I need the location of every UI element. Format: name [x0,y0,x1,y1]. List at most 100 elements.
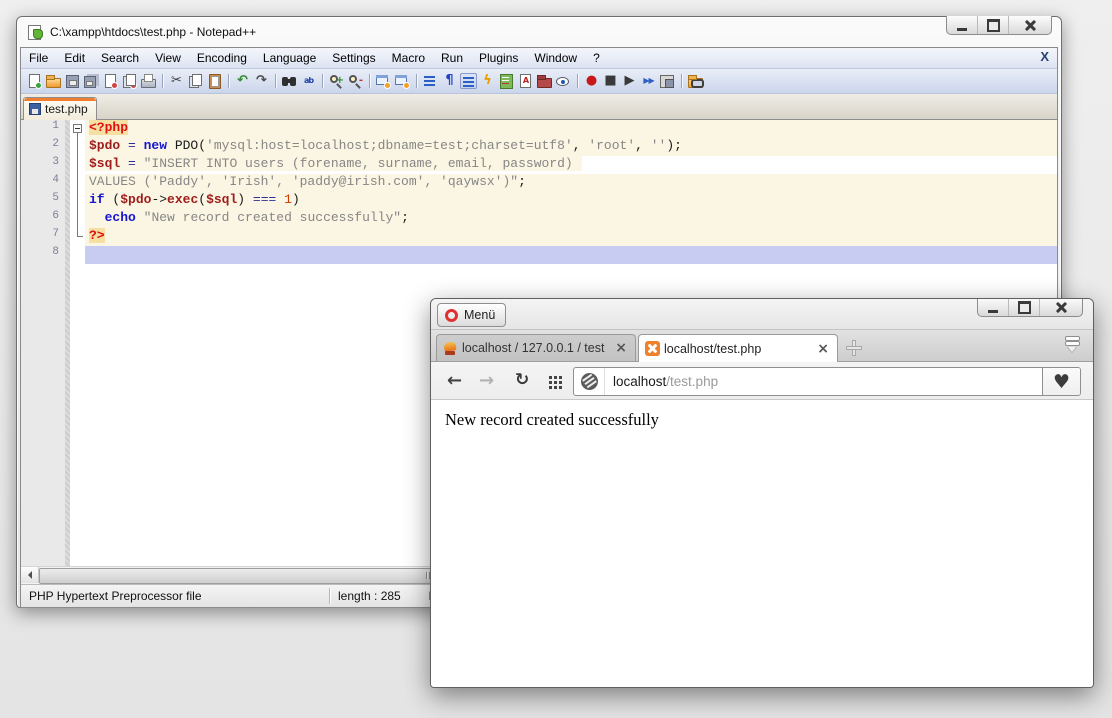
menu-help[interactable]: ? [585,48,608,68]
tab-menu-icon[interactable] [1063,336,1081,354]
browser-tab-localhost-test-php[interactable]: localhost/test.php× [638,334,838,362]
reload-button[interactable]: ↻ [515,372,529,389]
minimize-button[interactable] [978,298,1008,316]
zoom-in-icon[interactable]: + [328,73,345,89]
find-icon[interactable] [281,73,298,89]
line-number: 1 [21,120,65,138]
opera-tabbar: localhost / 127.0.0.1 / test×localhost/t… [431,329,1093,362]
close-button[interactable] [1008,16,1051,34]
folder-as-workspace-icon[interactable] [536,73,553,89]
toolbar-separator [366,73,373,89]
menu-file[interactable]: File [21,48,56,68]
show-all-characters-icon[interactable]: ¶ [441,73,458,89]
menu-view[interactable]: View [147,48,189,68]
menu-edit[interactable]: Edit [56,48,93,68]
browser-tab-localhost-127-0-0-1-test[interactable]: localhost / 127.0.0.1 / test× [436,334,636,361]
phpmyadmin-favicon-icon [443,341,458,355]
maximize-button[interactable] [1008,298,1039,316]
toolbar-separator [319,73,326,89]
status-length: length : 285 [338,589,401,603]
function-list-icon[interactable]: A [517,73,534,89]
macro-stop-icon[interactable]: ■ [602,73,619,89]
code-line: $sql = "INSERT INTO users (forename, sur… [85,156,1057,174]
menu-language[interactable]: Language [255,48,324,68]
scroll-left-button[interactable] [21,567,39,583]
url-text[interactable]: localhost/test.php [605,374,1042,389]
bookmark-heart-button[interactable]: ♥ [1042,368,1080,395]
sync-vertical-scroll-icon[interactable] [375,73,392,89]
opera-navigation-bar: ← → ↻ localhost/test.php ♥ [431,362,1093,400]
maximize-button[interactable] [977,16,1008,34]
macro-run-multiple-icon[interactable]: ▶▶ [640,73,657,89]
save-all-icon[interactable] [83,73,100,89]
undo-icon[interactable]: ↶ [234,73,251,89]
tab-close-icon[interactable]: × [613,340,629,356]
address-bar[interactable]: localhost/test.php ♥ [573,367,1081,396]
redo-icon[interactable]: ↷ [253,73,270,89]
minimize-icon [957,28,967,31]
notepad-titlebar[interactable]: C:\xampp\htdocs\test.php - Notepad++ [17,17,1061,47]
opera-titlebar[interactable]: Menü [431,299,1093,329]
notepad-window-title: C:\xampp\htdocs\test.php - Notepad++ [50,25,256,39]
fold-guide-end [77,236,83,237]
document-peeker-icon[interactable] [555,73,572,89]
notepad-toolbar: ✂↶↷ab+-¶ϟA●■▶▶▶ [21,69,1057,94]
menubar-close-document-button[interactable]: X [1040,49,1049,64]
new-tab-button[interactable] [846,340,862,356]
fold-collapse-icon[interactable] [73,124,82,133]
close-all-icon[interactable] [121,73,138,89]
zoom-out-icon[interactable]: - [347,73,364,89]
sync-horizontal-scroll-icon[interactable] [394,73,411,89]
menu-run[interactable]: Run [433,48,471,68]
document-tabbar: test.php [21,94,1057,120]
toolbar-separator [159,73,166,89]
menu-plugins[interactable]: Plugins [471,48,526,68]
menu-settings[interactable]: Settings [324,48,383,68]
code-line: VALUES ('Paddy', 'Irish', 'paddy@irish.c… [85,174,1057,192]
word-wrap-icon[interactable] [422,73,439,89]
forward-button[interactable]: → [479,372,494,390]
open-file-icon[interactable] [45,73,62,89]
copy-icon[interactable] [187,73,204,89]
cut-icon[interactable]: ✂ [168,73,185,89]
line-number: 8 [21,246,65,264]
speed-dial-icon[interactable] [549,376,552,379]
new-file-icon[interactable] [26,73,43,89]
replace-icon[interactable]: ab [300,73,317,89]
back-button[interactable]: ← [447,372,462,390]
plugin-folder-link-icon[interactable] [687,73,704,89]
scrollbar-grip [426,572,427,579]
minimize-button[interactable] [947,16,977,34]
document-map-icon[interactable] [498,73,515,89]
close-button[interactable] [1039,298,1082,316]
line-number: 7 [21,228,65,246]
toolbar-separator [413,73,420,89]
tab-label: test.php [45,102,88,116]
code-line [85,246,1057,264]
opera-menu-button[interactable]: Menü [437,303,506,327]
notepad-menubar: FileEditSearchViewEncodingLanguageSettin… [21,48,1057,69]
line-number: 6 [21,210,65,228]
notepad-window-controls [946,16,1052,35]
print-icon[interactable] [140,73,157,89]
code-line: $pdo = new PDO('mysql:host=localhost;dbn… [85,138,1057,156]
menu-encoding[interactable]: Encoding [189,48,255,68]
maximize-icon [987,19,1000,32]
menu-window[interactable]: Window [526,48,585,68]
paste-icon[interactable] [206,73,223,89]
macro-save-icon[interactable] [659,73,676,89]
menu-search[interactable]: Search [93,48,147,68]
user-defined-dialog-icon[interactable]: ϟ [479,73,496,89]
macro-record-icon[interactable]: ● [583,73,600,89]
close-file-icon[interactable] [102,73,119,89]
save-icon[interactable] [64,73,81,89]
url-host: localhost [613,374,666,389]
menu-macro[interactable]: Macro [384,48,433,68]
maximize-icon [1018,301,1031,314]
tab-test-php[interactable]: test.php [23,97,97,120]
site-badge-icon[interactable] [574,368,605,395]
macro-play-icon[interactable]: ▶ [621,73,638,89]
tab-close-icon[interactable]: × [815,341,831,357]
toolbar-separator [574,73,581,89]
indent-guide-icon[interactable] [460,73,477,89]
